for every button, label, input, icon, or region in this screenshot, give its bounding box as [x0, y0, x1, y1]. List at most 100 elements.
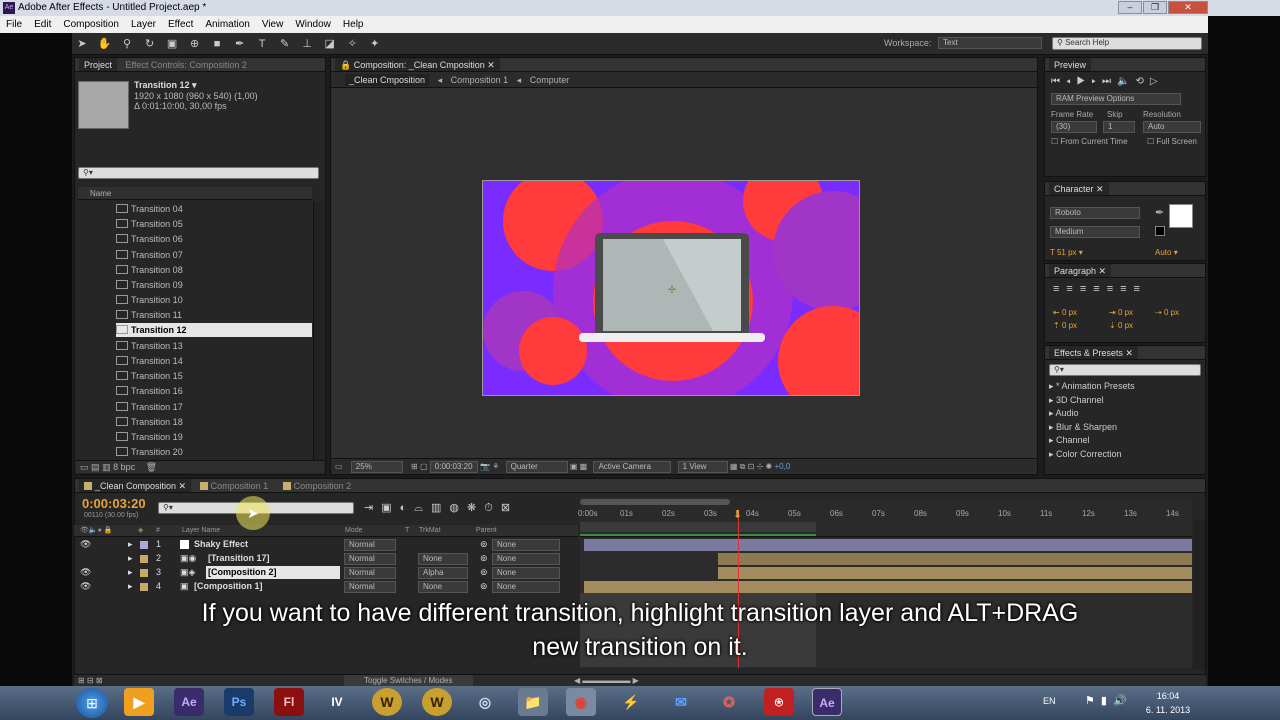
acrobat-icon[interactable]: ⍟: [764, 688, 794, 716]
exposure-icon[interactable]: ✺: [766, 462, 773, 471]
list-item[interactable]: Transition 06: [116, 232, 312, 246]
layer-name-selected[interactable]: [Composition 2]: [206, 566, 340, 579]
menu-effect[interactable]: Effect: [168, 16, 193, 33]
list-item[interactable]: Transition 15: [116, 369, 312, 383]
project-search-input[interactable]: ⚲▾: [78, 167, 319, 179]
frame-rate-select[interactable]: (30): [1051, 121, 1097, 133]
last-frame-icon[interactable]: ⏭: [1102, 76, 1117, 87]
media-player-icon[interactable]: ▶: [124, 688, 154, 716]
interpret-footage-icon[interactable]: ▭: [80, 462, 89, 472]
layer-mode-select[interactable]: Normal: [344, 539, 396, 551]
selected-item-name[interactable]: Transition 12 ▾: [134, 80, 197, 91]
always-preview-icon[interactable]: ▭: [335, 462, 343, 471]
graph-editor-icon[interactable]: ⊠: [501, 502, 518, 514]
camera-select[interactable]: Active Camera: [593, 461, 672, 473]
layer-parent-select[interactable]: None: [492, 553, 560, 565]
flowchart-icon[interactable]: ⊹: [757, 462, 764, 471]
project-scrollbar[interactable]: [313, 202, 323, 460]
menu-layer[interactable]: Layer: [131, 16, 156, 33]
winamp-icon[interactable]: ⚡: [616, 688, 646, 716]
close-button[interactable]: ✕: [1168, 1, 1208, 14]
menu-view[interactable]: View: [262, 16, 284, 33]
timeline-current-time[interactable]: 0:00:03:20: [82, 496, 146, 511]
layer-name[interactable]: [Composition 1]: [194, 580, 263, 593]
search-help-input[interactable]: ⚲ Search Help: [1052, 37, 1202, 50]
tab-effect-controls[interactable]: Effect Controls: Composition 2: [120, 58, 253, 71]
tab-character[interactable]: Character ✕: [1049, 182, 1109, 195]
next-frame-icon[interactable]: ▸: [1091, 76, 1102, 87]
draft-3d-icon[interactable]: ◐: [400, 502, 415, 514]
pen-tool-icon[interactable]: ✒: [233, 37, 247, 51]
minimize-button[interactable]: –: [1118, 1, 1142, 14]
from-current-time-checkbox[interactable]: ☐ From Current Time: [1051, 137, 1128, 146]
font-size-field[interactable]: T 51 px ▾: [1050, 248, 1083, 257]
eyedropper-icon[interactable]: ✒: [1155, 206, 1164, 219]
composition-viewer[interactable]: ✛: [482, 180, 860, 396]
skip-select[interactable]: 1: [1103, 121, 1135, 133]
menu-edit[interactable]: Edit: [34, 16, 51, 33]
ram-preview-options-select[interactable]: RAM Preview Options: [1051, 93, 1181, 105]
font-family-select[interactable]: Roboto: [1050, 207, 1140, 219]
taskbar-app-fl[interactable]: Fl: [274, 688, 304, 716]
clock-time[interactable]: 16:04: [1148, 691, 1188, 701]
motion-blur-icon[interactable]: ◍: [449, 502, 467, 514]
roto-brush-icon[interactable]: ✧: [345, 37, 359, 51]
expand-arrow-icon[interactable]: ▸: [128, 580, 133, 593]
new-comp-icon[interactable]: ▥: [102, 462, 111, 472]
maximize-button[interactable]: ❐: [1143, 1, 1167, 14]
region-icon[interactable]: ▢: [420, 462, 428, 471]
tab-composition[interactable]: 🔒 Composition: _Clean Cmposition ✕: [335, 58, 500, 71]
justify-right-icon[interactable]: ≡: [1120, 283, 1133, 295]
align-center-icon[interactable]: ≡: [1066, 283, 1079, 295]
exposure-value[interactable]: +0,0: [774, 462, 790, 471]
align-left-icon[interactable]: ≡: [1053, 283, 1066, 295]
taskbar-app-wow[interactable]: W: [372, 688, 402, 716]
layer-bar-composition2[interactable]: [718, 567, 1192, 579]
steam-icon[interactable]: ◎: [470, 688, 500, 716]
list-item[interactable]: Transition 07: [116, 248, 312, 262]
list-item-selected[interactable]: Transition 12: [116, 323, 312, 337]
label-color-swatch[interactable]: [140, 569, 148, 577]
taskbar-app-ae[interactable]: Ae: [174, 688, 204, 716]
snapshot-icon[interactable]: 📷: [480, 462, 490, 471]
effects-item[interactable]: ▸ 3D Channel: [1049, 394, 1205, 408]
clone-stamp-icon[interactable]: ⊥: [300, 37, 314, 51]
layer-parent-select[interactable]: None: [492, 567, 560, 579]
expand-arrow-icon[interactable]: ▸: [128, 566, 133, 579]
column-name[interactable]: Name: [90, 189, 111, 198]
taskbar-app-wow-2[interactable]: W: [422, 688, 452, 716]
layer-name[interactable]: Shaky Effect: [194, 538, 248, 551]
show-channel-icon[interactable]: ⚘: [492, 462, 499, 471]
expand-arrow-icon[interactable]: ▸: [128, 552, 133, 565]
parent-pickwhip-icon[interactable]: ⊚: [480, 580, 488, 593]
current-time-display[interactable]: 0:00:03:20: [429, 461, 478, 473]
list-item[interactable]: Transition 16: [116, 384, 312, 398]
trkmat-header[interactable]: TrkMat: [419, 525, 441, 537]
anchor-point-icon[interactable]: ✛: [668, 285, 677, 296]
taskbar-app-ps[interactable]: Ps: [224, 688, 254, 716]
layer-trkmat-select[interactable]: None: [418, 553, 468, 565]
indent-first-field[interactable]: ⇢ 0 px: [1155, 308, 1179, 317]
bpc-label[interactable]: 8 bpc: [113, 462, 135, 472]
visibility-icon[interactable]: 👁: [80, 580, 91, 593]
transparency-grid-icon[interactable]: ▩: [580, 462, 588, 471]
justify-all-icon[interactable]: ≡: [1134, 283, 1147, 295]
tab-clean-composition[interactable]: _Clean Composition ✕: [79, 479, 192, 492]
hide-shy-icon[interactable]: ⌓: [414, 502, 431, 514]
puppet-pin-icon[interactable]: ✦: [368, 37, 382, 51]
taskbar-app-iv[interactable]: IV: [322, 688, 352, 716]
first-frame-icon[interactable]: ⏮: [1051, 76, 1066, 87]
roi-icon[interactable]: ▣: [570, 462, 578, 471]
grid-icon[interactable]: ⊞: [411, 462, 418, 471]
tab-composition-2[interactable]: Composition 2: [277, 479, 358, 492]
prev-frame-icon[interactable]: ◂: [1066, 76, 1077, 87]
parent-pickwhip-icon[interactable]: ⊚: [480, 538, 488, 551]
text-tool-icon[interactable]: T: [255, 37, 269, 51]
align-right-icon[interactable]: ≡: [1080, 283, 1093, 295]
ccleaner-icon[interactable]: ✪: [714, 688, 744, 716]
network-icon[interactable]: ▮: [1101, 695, 1113, 707]
layer-trkmat-select[interactable]: None: [418, 581, 468, 593]
list-item[interactable]: Transition 19: [116, 430, 312, 444]
effects-item[interactable]: ▸ Audio: [1049, 407, 1205, 421]
chrome-icon[interactable]: ◉: [566, 688, 596, 716]
